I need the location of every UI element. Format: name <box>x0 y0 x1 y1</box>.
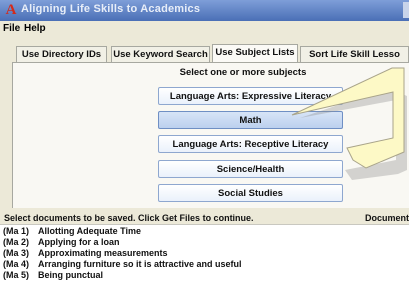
list-item[interactable]: (Ma 5) Being punctual <box>0 270 409 281</box>
status-bar: Select documents to be saved. Click Get … <box>0 212 409 224</box>
subject-button-receptive-literacy[interactable]: Language Arts: Receptive Literacy <box>158 135 343 153</box>
application-window: A Aligning Life Skills to Academics File… <box>0 0 409 286</box>
menu-help[interactable]: Help <box>24 23 46 34</box>
app-logo-icon: A <box>5 2 17 18</box>
subject-button-science-health[interactable]: Science/Health <box>158 160 343 178</box>
documents-column-header: Documents <box>365 213 409 223</box>
document-code: (Ma 5) <box>3 270 30 280</box>
document-title: Allotting Adequate Time <box>38 226 142 236</box>
tab-sort-life-skill-lessons[interactable]: Sort Life Skill Lesso <box>300 46 409 62</box>
menu-bar: File Help <box>0 21 409 37</box>
subject-lists-panel: Select one or more subjects Language Art… <box>12 62 409 208</box>
document-list: (Ma 1) Allotting Adequate Time (Ma 2) Ap… <box>0 224 409 286</box>
window-control-edge[interactable] <box>403 2 409 18</box>
document-title: Arranging furniture so it is attractive … <box>38 259 242 269</box>
status-instruction: Select documents to be saved. Click Get … <box>4 213 254 223</box>
tab-subject-lists[interactable]: Use Subject Lists <box>212 44 298 63</box>
window-title: Aligning Life Skills to Academics <box>21 3 201 15</box>
subject-button-math[interactable]: Math <box>158 111 343 129</box>
list-item[interactable]: (Ma 4) Arranging furniture so it is attr… <box>0 259 409 270</box>
tab-strip: Use Directory IDs Use Keyword Search Use… <box>0 38 409 63</box>
document-title: Approximating measurements <box>38 248 168 258</box>
title-bar[interactable]: A Aligning Life Skills to Academics <box>0 0 409 21</box>
document-code: (Ma 1) <box>3 226 30 236</box>
tab-directory-ids[interactable]: Use Directory IDs <box>16 46 107 62</box>
document-code: (Ma 3) <box>3 248 30 258</box>
list-item[interactable]: (Ma 2) Applying for a loan <box>0 237 409 248</box>
list-item[interactable]: (Ma 3) Approximating measurements <box>0 248 409 259</box>
tab-keyword-search[interactable]: Use Keyword Search <box>111 46 210 62</box>
menu-file[interactable]: File <box>3 23 20 34</box>
document-code: (Ma 2) <box>3 237 30 247</box>
subject-button-social-studies[interactable]: Social Studies <box>158 184 343 202</box>
document-code: (Ma 4) <box>3 259 30 269</box>
document-title: Being punctual <box>38 270 103 280</box>
subject-button-expressive-literacy[interactable]: Language Arts: Expressive Literacy <box>158 87 343 105</box>
subjects-prompt: Select one or more subjects <box>179 67 307 78</box>
document-title: Applying for a loan <box>38 237 120 247</box>
list-item[interactable]: (Ma 1) Allotting Adequate Time <box>0 226 409 237</box>
